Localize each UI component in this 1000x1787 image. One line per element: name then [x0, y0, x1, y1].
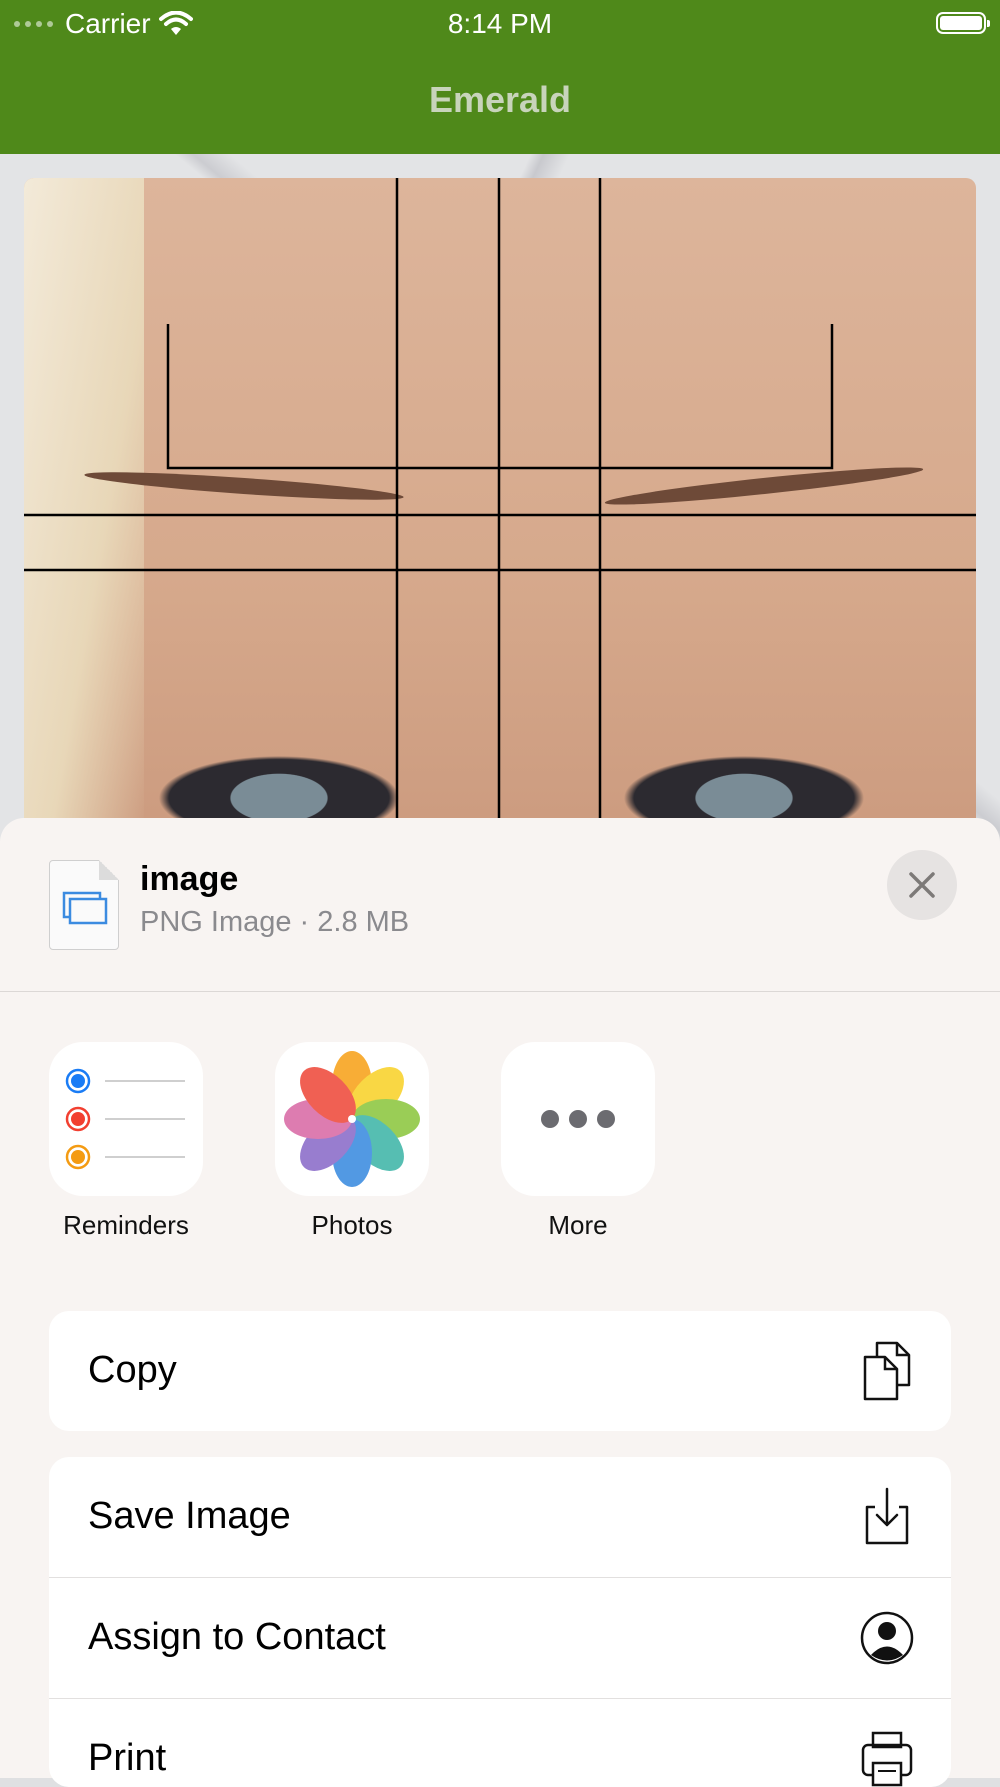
assign-contact-action[interactable]: Assign to Contact [49, 1578, 951, 1699]
clock: 8:14 PM [447, 8, 553, 39]
file-name: image [140, 860, 239, 898]
save-image-icon [865, 1487, 909, 1545]
more-icon [501, 1042, 655, 1196]
action-label: Assign to Contact [88, 1616, 386, 1658]
close-icon [909, 872, 935, 898]
action-group-primary: Copy [49, 1311, 951, 1431]
photos-icon [275, 1042, 429, 1196]
app-more[interactable]: More [501, 1042, 655, 1241]
app-label: More [548, 1210, 608, 1240]
nav-bar: Emerald [0, 50, 1000, 154]
action-label: Print [88, 1737, 167, 1779]
nav-title: Emerald [428, 79, 572, 120]
copy-icon [863, 1341, 911, 1401]
contact-icon [860, 1611, 914, 1665]
status-bar: Carrier 8:14 PM [0, 0, 1000, 50]
app-label: Reminders [63, 1210, 189, 1240]
action-label: Save Image [88, 1495, 291, 1537]
action-group-secondary: Save Image Assign to Contact Print [49, 1457, 951, 1787]
reminders-icon [49, 1042, 203, 1196]
action-label: Copy [88, 1349, 177, 1391]
copy-action[interactable]: Copy [49, 1311, 951, 1431]
close-button[interactable] [887, 850, 957, 920]
app-photos[interactable]: Photos [275, 1042, 429, 1241]
share-sheet: image PNG Image · 2.8 MB Reminders Photo… [0, 818, 1000, 1787]
file-meta: PNG Image · 2.8 MB [140, 906, 410, 938]
print-icon [861, 1731, 913, 1787]
file-thumbnail-icon [49, 860, 119, 950]
print-action[interactable]: Print [49, 1699, 951, 1787]
measurement-grid-overlay [24, 178, 976, 838]
save-image-action[interactable]: Save Image [49, 1457, 951, 1578]
app-reminders[interactable]: Reminders [49, 1042, 203, 1241]
battery-icon [936, 12, 990, 34]
app-label: Photos [311, 1210, 393, 1240]
header-divider [0, 991, 1000, 992]
